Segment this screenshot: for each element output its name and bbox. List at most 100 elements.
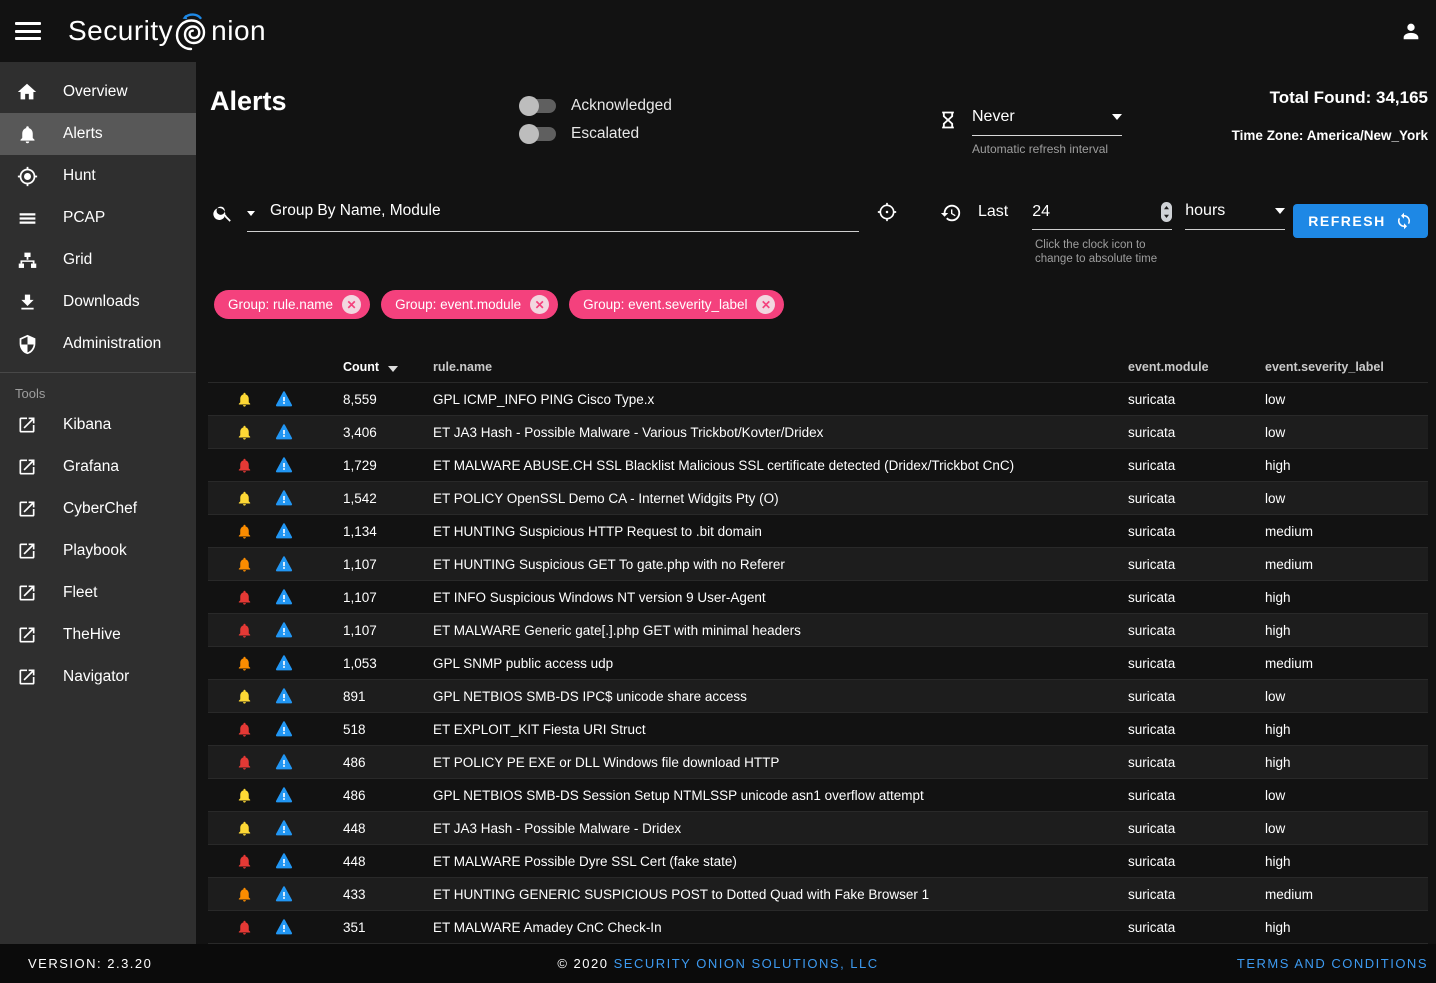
column-header-severity-label[interactable]: event.severity_label — [1265, 360, 1428, 374]
alert-info-icon[interactable] — [275, 918, 293, 936]
toggle-switch-icon[interactable] — [522, 127, 556, 141]
sidebar-item-overview[interactable]: Overview — [0, 71, 196, 113]
time-unit-select[interactable]: hours — [1185, 202, 1285, 230]
sidebar-item-grid[interactable]: Grid — [0, 239, 196, 281]
alert-info-icon[interactable] — [275, 852, 293, 870]
sidebar-item-hunt[interactable]: Hunt — [0, 155, 196, 197]
sidebar-tool-cyberchef[interactable]: CyberChef — [0, 488, 196, 530]
chevron-down-icon[interactable] — [247, 211, 255, 216]
row-event-module: suricata — [1128, 623, 1265, 638]
alert-info-icon[interactable] — [275, 786, 293, 804]
alert-row[interactable]: 3,406 ET JA3 Hash - Possible Malware - V… — [208, 415, 1428, 448]
sidebar-tool-playbook[interactable]: Playbook — [0, 530, 196, 572]
alert-info-icon[interactable] — [275, 423, 293, 441]
alert-row[interactable]: 448 ET JA3 Hash - Possible Malware - Dri… — [208, 811, 1428, 844]
bell-icon — [15, 124, 39, 145]
terms-link[interactable]: TERMS AND CONDITIONS — [1237, 956, 1428, 971]
alert-info-icon[interactable] — [275, 522, 293, 540]
column-header-event-module[interactable]: event.module — [1128, 360, 1265, 374]
refresh-button[interactable]: REFRESH — [1293, 204, 1428, 238]
chip-close-icon[interactable]: ✕ — [342, 295, 361, 314]
alert-row[interactable]: 486 ET POLICY PE EXE or DLL Windows file… — [208, 745, 1428, 778]
alert-info-icon[interactable] — [275, 687, 293, 705]
time-quantity-input[interactable]: 24 — [1032, 202, 1172, 230]
escalated-toggle[interactable]: Escalated — [522, 120, 672, 148]
sidebar-tool-kibana[interactable]: Kibana — [0, 404, 196, 446]
alert-row[interactable]: 1,729 ET MALWARE ABUSE.CH SSL Blacklist … — [208, 448, 1428, 481]
filter-chip-rule-name[interactable]: Group: rule.name ✕ — [214, 290, 370, 319]
sidebar-tool-grafana[interactable]: Grafana — [0, 446, 196, 488]
alert-info-icon[interactable] — [275, 555, 293, 573]
alert-info-icon[interactable] — [275, 885, 293, 903]
row-rule-name: ET HUNTING GENERIC SUSPICIOUS POST to Do… — [394, 887, 1128, 902]
alert-info-icon[interactable] — [275, 588, 293, 606]
alert-info-icon[interactable] — [275, 456, 293, 474]
alert-row[interactable]: 486 GPL NETBIOS SMB-DS Session Setup NTM… — [208, 778, 1428, 811]
row-severity-label: low — [1265, 689, 1428, 704]
sidebar-tool-thehive[interactable]: TheHive — [0, 614, 196, 656]
alert-info-icon[interactable] — [275, 819, 293, 837]
row-rule-name: ET HUNTING Suspicious GET To gate.php wi… — [394, 557, 1128, 572]
sidebar-item-administration[interactable]: Administration — [0, 323, 196, 365]
acknowledged-toggle[interactable]: Acknowledged — [522, 92, 672, 120]
alert-info-icon[interactable] — [275, 621, 293, 639]
search-value: Group By Name, Module — [270, 202, 441, 220]
search-input[interactable]: Group By Name, Module — [247, 202, 859, 232]
sidebar-item-alerts[interactable]: Alerts — [0, 113, 196, 155]
column-header-count[interactable]: Count — [304, 360, 394, 374]
column-header-rule-name[interactable]: rule.name — [394, 360, 1128, 374]
sidebar-item-downloads[interactable]: Downloads — [0, 281, 196, 323]
row-rule-name: ET JA3 Hash - Possible Malware - Dridex — [394, 821, 1128, 836]
row-event-module: suricata — [1128, 788, 1265, 803]
menu-icon[interactable] — [15, 18, 41, 45]
alert-row[interactable]: 518 ET EXPLOIT_KIT Fiesta URI Struct sur… — [208, 712, 1428, 745]
alert-row[interactable]: 8,559 GPL ICMP_INFO PING Cisco Type.x su… — [208, 382, 1428, 415]
alert-info-icon[interactable] — [275, 489, 293, 507]
row-count: 486 — [304, 788, 394, 803]
alert-info-icon[interactable] — [275, 390, 293, 408]
list-icon — [15, 208, 39, 229]
alert-row[interactable]: 1,542 ET POLICY OpenSSL Demo CA - Intern… — [208, 481, 1428, 514]
alert-row[interactable]: 448 ET MALWARE Possible Dyre SSL Cert (f… — [208, 844, 1428, 877]
target-icon[interactable] — [877, 202, 897, 222]
row-event-module: suricata — [1128, 689, 1265, 704]
sidebar-tool-label: Fleet — [63, 584, 97, 602]
row-rule-name: ET POLICY PE EXE or DLL Windows file dow… — [394, 755, 1128, 770]
history-icon[interactable] — [940, 202, 962, 224]
alert-info-icon[interactable] — [275, 654, 293, 672]
copyright-prefix: © 2020 — [557, 956, 608, 971]
refresh-interval-select[interactable]: Never Automatic refresh interval — [972, 108, 1122, 156]
filter-chip-event-module[interactable]: Group: event.module ✕ — [381, 290, 558, 319]
severity-bell-icon — [236, 919, 253, 936]
alert-row[interactable]: 1,107 ET HUNTING Suspicious GET To gate.… — [208, 547, 1428, 580]
stepper-icon[interactable] — [1161, 202, 1172, 222]
alert-row[interactable]: 1,134 ET HUNTING Suspicious HTTP Request… — [208, 514, 1428, 547]
row-rule-name: ET INFO Suspicious Windows NT version 9 … — [394, 590, 1128, 605]
search-icon[interactable] — [212, 202, 234, 224]
sidebar-item-pcap[interactable]: PCAP — [0, 197, 196, 239]
severity-bell-icon — [236, 886, 253, 903]
alert-row[interactable]: 433 ET HUNTING GENERIC SUSPICIOUS POST t… — [208, 877, 1428, 910]
alert-row[interactable]: 1,053 GPL SNMP public access udp suricat… — [208, 646, 1428, 679]
alert-row[interactable]: 351 ET MALWARE Amadey CnC Check-In suric… — [208, 910, 1428, 943]
sidebar-tool-navigator[interactable]: Navigator — [0, 656, 196, 698]
alert-info-icon[interactable] — [275, 720, 293, 738]
sidebar-item-label: Downloads — [63, 293, 140, 311]
sidebar-tool-fleet[interactable]: Fleet — [0, 572, 196, 614]
row-rule-name: ET MALWARE Amadey CnC Check-In — [394, 920, 1128, 935]
alert-row[interactable]: 891 GPL NETBIOS SMB-DS IPC$ unicode shar… — [208, 679, 1428, 712]
copyright-link[interactable]: SECURITY ONION SOLUTIONS, LLC — [614, 956, 879, 971]
alert-info-icon[interactable] — [275, 753, 293, 771]
alert-row[interactable]: 1,107 ET INFO Suspicious Windows NT vers… — [208, 580, 1428, 613]
logo-text-suffix: nion — [211, 15, 266, 47]
person-icon[interactable] — [1400, 20, 1422, 42]
toggle-switch-icon[interactable] — [522, 99, 556, 113]
alert-row[interactable]: 1,107 ET MALWARE Generic gate[.].php GET… — [208, 613, 1428, 646]
row-event-module: suricata — [1128, 722, 1265, 737]
filter-chip-event-severity[interactable]: Group: event.severity_label ✕ — [569, 290, 784, 319]
chip-close-icon[interactable]: ✕ — [530, 295, 549, 314]
row-rule-name: ET MALWARE Possible Dyre SSL Cert (fake … — [394, 854, 1128, 869]
row-severity-label: low — [1265, 392, 1428, 407]
chip-close-icon[interactable]: ✕ — [756, 295, 775, 314]
alerts-table: Count rule.name event.module event.sever… — [208, 352, 1428, 944]
